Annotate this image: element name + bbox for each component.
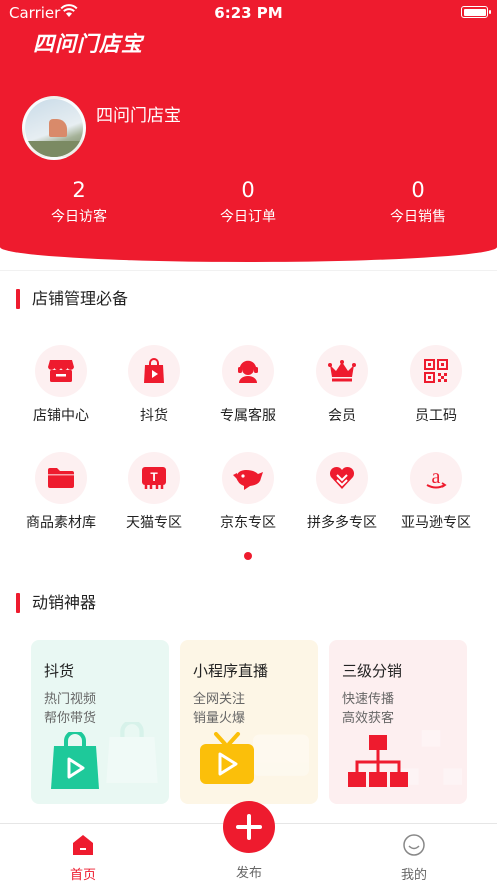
section-title-shop: 店铺管理必备 xyxy=(16,289,128,309)
tab-home[interactable]: 首页 xyxy=(43,834,123,883)
grid-item-amazon[interactable]: a 亚马逊专区 xyxy=(389,452,483,532)
crown-icon xyxy=(316,345,368,397)
status-bar: Carrier 6:23 PM xyxy=(0,0,497,26)
stat-label: 今日订单 xyxy=(220,209,276,225)
svg-text:a: a xyxy=(432,466,441,488)
store-icon xyxy=(35,345,87,397)
jd-dog-icon xyxy=(222,452,274,504)
grid-item-store-center[interactable]: 店铺中心 xyxy=(14,345,108,425)
stat-value: 2 xyxy=(72,178,86,202)
grid-item-customer-service[interactable]: 专属客服 xyxy=(201,345,295,425)
grid-item-label: 商品素材库 xyxy=(26,515,96,531)
amazon-icon: a xyxy=(410,452,462,504)
shop-name[interactable]: 四问门店宝 xyxy=(96,101,181,126)
grid-item-member[interactable]: 会员 xyxy=(295,345,389,425)
shopping-bag-play-icon xyxy=(128,345,180,397)
grid-item-label: 亚马逊专区 xyxy=(401,515,471,531)
stat-orders[interactable]: 0 今日订单 xyxy=(178,178,318,226)
publish-button[interactable] xyxy=(223,801,275,853)
grid-item-jd[interactable]: 京东专区 xyxy=(201,452,295,532)
stat-label: 今日销售 xyxy=(390,209,446,225)
pinduoduo-icon xyxy=(316,452,368,504)
promo-card-line1: 热门视频 xyxy=(44,692,97,707)
stat-sales[interactable]: 0 今日销售 xyxy=(348,178,488,226)
grid-item-label: 店铺中心 xyxy=(33,408,89,424)
customer-service-icon xyxy=(222,345,274,397)
screen: Carrier 6:23 PM 四问门店宝 四问门店宝 2 今日访客 0 今日订… xyxy=(0,0,497,883)
grid-item-label: 会员 xyxy=(328,408,356,424)
shop-avatar[interactable] xyxy=(22,96,86,160)
grid-item-douhuo[interactable]: 抖货 xyxy=(107,345,201,425)
stat-visitors[interactable]: 2 今日访客 xyxy=(9,178,149,226)
promo-card-line2: 帮你带货 xyxy=(44,711,97,726)
stat-value: 0 xyxy=(411,178,425,202)
promo-card-line2: 销量火爆 xyxy=(193,711,246,726)
promo-card-line2: 高效获客 xyxy=(342,711,395,726)
page-indicator-dot[interactable] xyxy=(244,552,252,560)
section-title-promo: 动销神器 xyxy=(16,593,96,613)
folder-icon xyxy=(35,452,87,504)
tab-publish-label[interactable]: 发布 xyxy=(209,862,289,881)
promo-card-line1: 快速传播 xyxy=(342,692,395,707)
qr-code-icon xyxy=(410,345,462,397)
divider xyxy=(0,270,497,271)
clock: 6:23 PM xyxy=(214,4,283,22)
grid-item-label: 专属客服 xyxy=(220,408,276,424)
grid-item-staff-code[interactable]: 员工码 xyxy=(389,345,483,425)
stat-label: 今日访客 xyxy=(51,209,107,225)
promo-card-line1: 全网关注 xyxy=(193,692,246,707)
tab-mine-label: 我的 xyxy=(400,868,427,883)
app-title: 四问门店宝 xyxy=(33,32,143,56)
smiley-icon xyxy=(403,834,425,856)
tab-mine[interactable]: 我的 xyxy=(374,834,454,883)
grid-item-label: 拼多多专区 xyxy=(307,515,377,531)
promo-card-title: 抖货 xyxy=(44,662,75,680)
tv-ghost-icon xyxy=(253,734,309,776)
home-icon xyxy=(73,835,93,855)
tv-icon xyxy=(200,732,254,784)
stat-value: 0 xyxy=(241,178,255,202)
grid-item-material-library[interactable]: 商品素材库 xyxy=(14,452,108,532)
hierarchy-icon xyxy=(348,735,408,787)
grid-item-label: 天猫专区 xyxy=(126,515,182,531)
grid-item-label: 员工码 xyxy=(415,408,457,424)
grid-item-pinduoduo[interactable]: 拼多多专区 xyxy=(295,452,389,532)
grid-item-label: 京东专区 xyxy=(220,515,276,531)
battery-icon xyxy=(461,6,491,18)
tab-home-label: 首页 xyxy=(69,868,96,883)
grid-item-tmall[interactable]: T 天猫专区 xyxy=(107,452,201,532)
video-bag-ghost-icon xyxy=(106,722,158,783)
promo-card-douhuo[interactable]: 抖货 热门视频 帮你带货 xyxy=(31,640,169,804)
grid-item-label: 抖货 xyxy=(140,408,168,424)
tmall-icon: T xyxy=(128,452,180,504)
svg-text:T: T xyxy=(150,470,158,484)
video-bag-icon xyxy=(51,732,99,789)
promo-card-live[interactable]: 小程序直播 全网关注 销量火爆 xyxy=(180,640,318,804)
promo-card-distribution[interactable]: 三级分销 快速传播 高效获客 xyxy=(329,640,467,804)
promo-card-title: 三级分销 xyxy=(342,662,403,680)
promo-card-title: 小程序直播 xyxy=(193,662,269,680)
